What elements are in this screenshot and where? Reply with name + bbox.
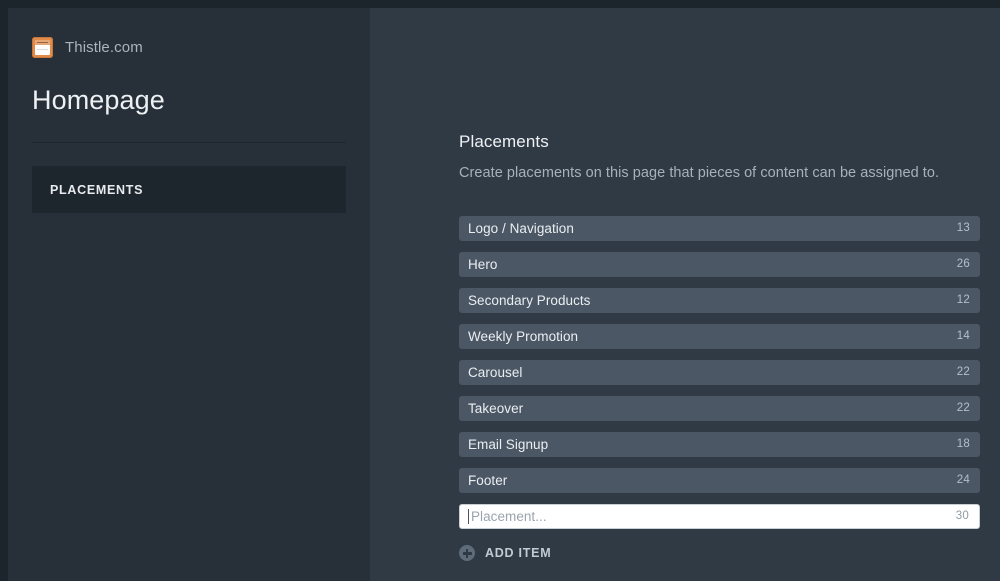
placement-label: Email Signup: [468, 436, 549, 452]
placement-count: 26: [956, 257, 970, 270]
placement-count: 22: [956, 365, 970, 378]
placement-label: Carousel: [468, 364, 523, 380]
placement-row[interactable]: Takeover 22: [459, 396, 980, 421]
placement-row[interactable]: Carousel 22: [459, 360, 980, 385]
placements-list: Logo / Navigation 13 Hero 26 Secondary P…: [459, 216, 980, 529]
sidebar-item-placements[interactable]: PLACEMENTS: [32, 166, 346, 214]
text-caret: [468, 509, 469, 524]
placement-count: 13: [956, 221, 970, 234]
placement-label: Hero: [468, 256, 498, 272]
placement-count: 12: [956, 293, 970, 306]
site-card-icon: [32, 36, 53, 58]
placement-row[interactable]: Email Signup 18: [459, 432, 980, 457]
page-title: Homepage: [32, 85, 165, 115]
placement-row[interactable]: Weekly Promotion 14: [459, 324, 980, 349]
placement-count: 18: [956, 437, 970, 450]
brand[interactable]: Thistle.com: [32, 32, 346, 62]
placement-count: 24: [956, 473, 970, 486]
app-window: Thistle.com Homepage PLACEMENTS Placemen…: [0, 0, 1000, 581]
new-placement-field[interactable]: Placement... 30: [459, 504, 980, 529]
sidebar-divider: [32, 142, 346, 144]
placement-row[interactable]: Hero 26: [459, 252, 980, 277]
new-placement-placeholder: Placement...: [471, 508, 547, 524]
sidebar: Thistle.com Homepage PLACEMENTS: [8, 8, 370, 581]
placement-count: 22: [956, 401, 970, 414]
sidebar-nav: PLACEMENTS: [32, 166, 346, 214]
placement-row[interactable]: Footer 24: [459, 468, 980, 493]
placement-label: Logo / Navigation: [468, 220, 574, 236]
add-item-button[interactable]: ADD ITEM: [459, 545, 579, 561]
section-title: Placements: [459, 132, 549, 151]
main-panel: Placements Create placements on this pag…: [370, 8, 1000, 581]
placement-row[interactable]: Logo / Navigation 13: [459, 216, 980, 241]
placement-label: Secondary Products: [468, 292, 591, 308]
brand-name: Thistle.com: [65, 38, 143, 56]
placement-count: 14: [956, 329, 970, 342]
placement-row[interactable]: Secondary Products 12: [459, 288, 980, 313]
placement-label: Takeover: [468, 400, 524, 416]
plus-circle-icon: [459, 545, 475, 561]
app-content: Thistle.com Homepage PLACEMENTS Placemen…: [8, 8, 1000, 581]
placement-label: Weekly Promotion: [468, 328, 579, 344]
sidebar-item-label: PLACEMENTS: [50, 182, 144, 197]
add-item-label: ADD ITEM: [485, 546, 552, 560]
new-placement-count: 30: [955, 509, 969, 522]
placement-label: Footer: [468, 472, 508, 488]
section-description: Create placements on this page that piec…: [459, 165, 940, 181]
